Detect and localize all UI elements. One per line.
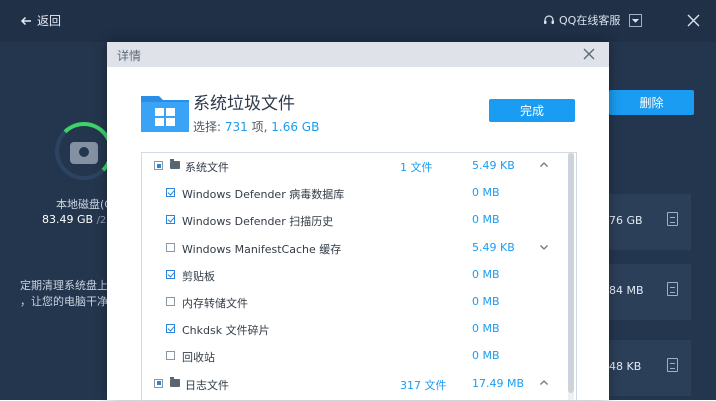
scroll-thumb[interactable]	[568, 153, 574, 393]
row-size: 0 MB	[472, 213, 500, 227]
summary-selection: 选择: 731 项, 1.66 GB	[193, 118, 319, 135]
disk-name: 本地磁盘(C	[56, 198, 112, 211]
list-scrollbar[interactable]	[568, 153, 574, 400]
row-size: 0 MB	[472, 295, 500, 308]
description-line-2: ，让您的电脑干净	[20, 295, 108, 308]
group-row[interactable]: 日志文件 317 文件 17.49 MB	[142, 371, 562, 398]
checkbox[interactable]	[166, 242, 175, 252]
list-item[interactable]: 回收站 0 MB	[142, 343, 562, 370]
row-name: Windows Defender 病毒数据库	[182, 188, 345, 202]
list-item[interactable]: Windows Defender 扫描历史 0 MB	[142, 207, 562, 234]
file-list: 系统文件 1 文件 5.49 KB Windows Defender 病毒数据库 0 M…	[141, 152, 577, 401]
checkbox[interactable]	[166, 324, 175, 334]
list-item[interactable]: Windows Defender 病毒数据库 0 MB	[142, 180, 562, 207]
back-button[interactable]: 返回	[20, 12, 61, 29]
checkbox[interactable]	[166, 297, 175, 306]
checkbox[interactable]	[166, 215, 175, 225]
cleanup-description: 定期清理系统盘上的 ，让您的电脑干净	[20, 278, 108, 310]
list-item[interactable]: 内存转储文件 0 MB	[142, 289, 562, 316]
menu-dropdown-button[interactable]	[626, 11, 644, 29]
row-name: Windows ManifestCache 缓存	[182, 242, 342, 256]
dropdown-icon	[628, 13, 642, 27]
done-button[interactable]: 完成	[489, 99, 575, 122]
result-card[interactable]: 48 KB	[609, 340, 691, 396]
chevron-down-icon[interactable]	[539, 242, 549, 252]
back-label: 返回	[37, 14, 62, 28]
top-bar: 返回 QQ在线客服	[0, 0, 716, 42]
list-item[interactable]: Chkdsk 文件碎片 0 MB	[142, 316, 562, 343]
row-file-count: 317 文件	[400, 378, 447, 392]
delete-button[interactable]: 删除	[609, 90, 694, 115]
close-icon	[687, 14, 699, 26]
document-icon[interactable]	[667, 212, 678, 226]
window-close-button[interactable]	[684, 11, 702, 29]
result-card[interactable]: 76 GB	[609, 194, 691, 250]
folder-icon	[170, 376, 180, 387]
service-label: QQ在线客服	[559, 14, 621, 27]
row-name: 回收站	[182, 351, 215, 365]
row-size: 0 MB	[472, 322, 500, 336]
dialog-title: 详情	[117, 49, 142, 63]
details-dialog: 详情 系统垃圾文件 选择: 731 项, 1.66 GB 完成 系统文件 1 文件…	[107, 42, 609, 401]
checkbox[interactable]	[154, 378, 163, 388]
row-name: 日志文件	[185, 378, 229, 392]
row-name: Chkdsk 文件碎片	[182, 324, 270, 338]
card-size: 48 KB	[609, 360, 642, 373]
row-size: 5.49 KB	[472, 240, 515, 254]
summary-title: 系统垃圾文件	[193, 94, 295, 114]
description-line-1: 定期清理系统盘上的	[20, 279, 108, 292]
row-size: 5.49 KB	[472, 159, 515, 172]
chevron-up-icon[interactable]	[539, 378, 549, 388]
checkbox[interactable]	[166, 188, 175, 198]
row-name: 系统文件	[185, 161, 229, 174]
document-icon[interactable]	[667, 358, 678, 372]
document-icon[interactable]	[667, 282, 678, 296]
checkbox[interactable]	[154, 161, 163, 170]
disk-used: 83.49 GB	[42, 213, 94, 226]
checkbox[interactable]	[166, 351, 175, 361]
row-size: 17.49 MB	[472, 376, 525, 390]
row-name: 剪贴板	[182, 269, 215, 283]
dialog-close-icon[interactable]	[581, 46, 597, 62]
folder-icon	[170, 159, 180, 169]
headset-icon	[544, 15, 554, 24]
row-size: 0 MB	[472, 267, 500, 281]
checkbox[interactable]	[166, 269, 175, 279]
row-size: 0 MB	[472, 349, 500, 363]
chevron-up-icon[interactable]	[539, 160, 549, 170]
arrow-left-icon	[20, 16, 31, 25]
selected-size: 1.66 GB	[271, 120, 320, 134]
selected-count: 731	[224, 120, 248, 134]
select-label: 选择:	[193, 120, 222, 134]
row-name: 内存转储文件	[182, 297, 248, 310]
windows-folder-icon	[141, 96, 189, 132]
dialog-header: 详情	[107, 42, 609, 67]
row-name: Windows Defender 扫描历史	[182, 215, 334, 229]
hard-disk-icon	[70, 142, 98, 164]
group-row[interactable]: 系统文件 1 文件 5.49 KB	[142, 153, 562, 180]
card-size: 84 MB	[609, 284, 644, 297]
list-item[interactable]: Windows ManifestCache 缓存 5.49 KB	[142, 235, 562, 262]
count-unit: 项,	[251, 120, 268, 134]
row-file-count: 1 文件	[400, 161, 433, 174]
row-size: 0 MB	[472, 186, 500, 200]
card-size: 76 GB	[609, 214, 643, 227]
result-card[interactable]: 84 MB	[609, 264, 691, 320]
qq-service-link[interactable]: QQ在线客服	[543, 12, 620, 28]
list-item[interactable]: 剪贴板 0 MB	[142, 262, 562, 289]
